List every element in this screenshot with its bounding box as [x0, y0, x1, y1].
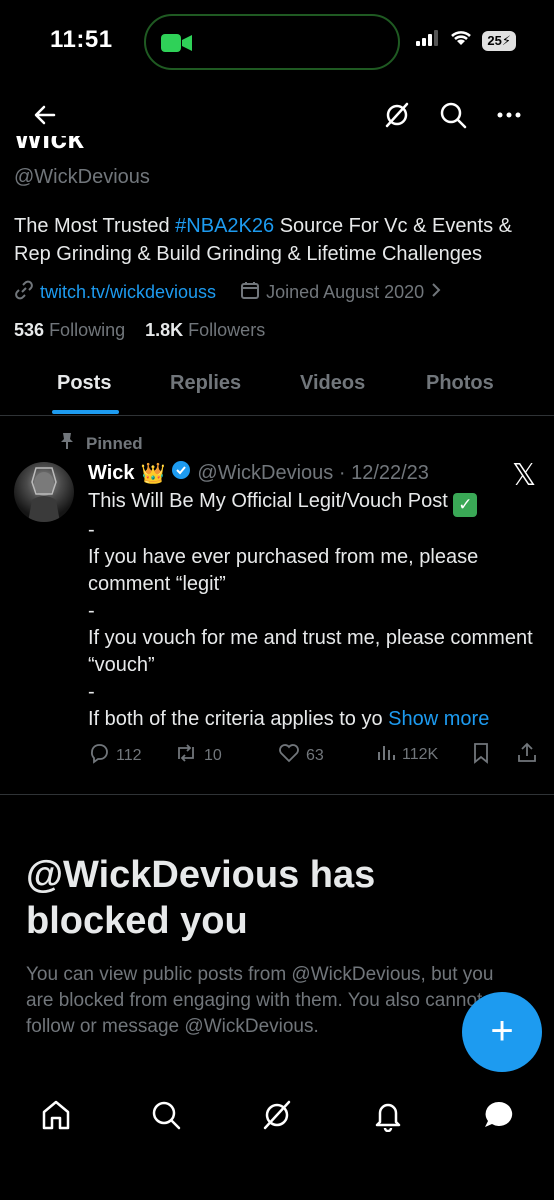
notifications-icon[interactable] — [372, 1098, 404, 1137]
wifi-icon — [450, 30, 472, 51]
crown-emoji-icon: 👑 — [140, 462, 166, 485]
followers-count: 1.8K — [145, 320, 184, 340]
compose-button[interactable]: + — [462, 992, 542, 1072]
profile-handle: @WickDevious — [14, 166, 150, 188]
tab-posts[interactable]: Posts — [57, 372, 111, 395]
profile-name-partial: Wick — [14, 136, 314, 158]
status-bar: 11:51 25⚡ — [0, 0, 554, 90]
following-label: Following — [49, 320, 126, 340]
section-divider — [0, 794, 554, 795]
like-count: 63 — [306, 746, 324, 764]
reply-button[interactable]: 112 — [88, 742, 142, 769]
blocked-title: @WickDevious has blocked you — [26, 854, 376, 942]
top-nav — [0, 96, 554, 136]
pinned-text: Pinned — [86, 433, 143, 453]
reply-count: 112 — [116, 746, 142, 764]
followers-link[interactable]: 1.8K Followers — [145, 320, 265, 340]
following-count: 536 — [14, 320, 45, 340]
like-button[interactable]: 63 — [278, 742, 324, 769]
post-header: Wick 👑 @WickDevious · 12/22/23 — [88, 460, 429, 486]
profile-name: Wick — [14, 136, 84, 155]
verified-badge-icon — [171, 460, 191, 486]
tab-photos[interactable]: Photos — [426, 372, 494, 395]
home-icon[interactable] — [40, 1098, 72, 1137]
battery-level: 25 — [487, 32, 502, 48]
messages-icon[interactable] — [482, 1098, 516, 1137]
profile-bio: The Most Trusted #NBA2K26 Source For Vc … — [14, 212, 544, 268]
checkmark-emoji-icon: ✓ — [453, 493, 478, 517]
charging-bolt-icon: ⚡ — [501, 32, 511, 48]
post-author-name[interactable]: Wick — [88, 462, 135, 485]
tab-videos[interactable]: Videos — [300, 372, 365, 395]
more-icon[interactable] — [496, 100, 522, 135]
profile-tabs: Posts Replies Videos Photos — [0, 354, 554, 416]
grok-icon[interactable] — [383, 100, 411, 135]
bottom-nav — [0, 1098, 554, 1138]
dynamic-island — [144, 14, 400, 70]
joined-date: Joined August 2020 — [266, 282, 425, 302]
link-icon — [14, 280, 34, 305]
back-arrow-icon[interactable] — [30, 100, 60, 135]
post-actions: 112 10 63 112K — [88, 742, 538, 768]
following-link[interactable]: 536 Following — [14, 320, 125, 340]
repost-count: 10 — [204, 746, 222, 764]
share-icon — [516, 742, 538, 769]
repost-icon — [174, 742, 198, 769]
bookmark-icon — [472, 742, 490, 769]
views-button[interactable]: 112K — [376, 742, 438, 767]
bio-text: The Most Trusted — [14, 215, 176, 237]
calendar-icon — [240, 280, 260, 305]
chevron-right-icon[interactable] — [430, 281, 442, 304]
status-indicators: 25⚡ — [416, 30, 516, 51]
avatar[interactable] — [14, 462, 74, 522]
pinned-label: Pinned — [60, 432, 143, 455]
grok-nav-icon[interactable] — [261, 1098, 293, 1137]
share-button[interactable] — [516, 742, 538, 769]
profile-link[interactable]: twitch.tv/wickdeviouss — [40, 282, 216, 303]
status-time: 11:51 — [50, 26, 113, 53]
follow-counts: 536 Following 1.8K Followers — [14, 320, 265, 341]
post-first-line: This Will Be My Official Legit/Vouch Pos… — [88, 490, 448, 512]
post-handle-date[interactable]: @WickDevious · 12/22/23 — [197, 462, 429, 485]
blocked-description: You can view public posts from @WickDevi… — [26, 964, 494, 1037]
bio-hashtag[interactable]: #NBA2K26 — [175, 215, 274, 237]
battery-indicator: 25⚡ — [482, 30, 516, 51]
search-icon[interactable] — [439, 100, 467, 135]
views-chart-icon — [376, 742, 396, 767]
show-more-link[interactable]: Show more — [388, 708, 489, 730]
profile-meta: twitch.tv/wickdeviouss Joined August 202… — [14, 280, 442, 305]
search-nav-icon[interactable] — [150, 1098, 182, 1137]
repost-button[interactable]: 10 — [174, 742, 222, 769]
bookmark-button[interactable] — [472, 742, 490, 769]
followers-label: Followers — [188, 320, 266, 340]
post-text: - If you have ever purchased from me, pl… — [88, 519, 533, 730]
pin-icon — [60, 432, 74, 455]
plus-icon: + — [490, 1009, 514, 1053]
tab-replies[interactable]: Replies — [170, 372, 241, 395]
cellular-signal-icon — [416, 30, 440, 51]
view-count: 112K — [402, 745, 439, 763]
post-body[interactable]: This Will Be My Official Legit/Vouch Pos… — [88, 488, 538, 733]
heart-icon — [278, 742, 300, 769]
facetime-camera-icon — [160, 31, 194, 60]
reply-icon — [88, 742, 110, 769]
active-tab-indicator — [52, 410, 119, 414]
